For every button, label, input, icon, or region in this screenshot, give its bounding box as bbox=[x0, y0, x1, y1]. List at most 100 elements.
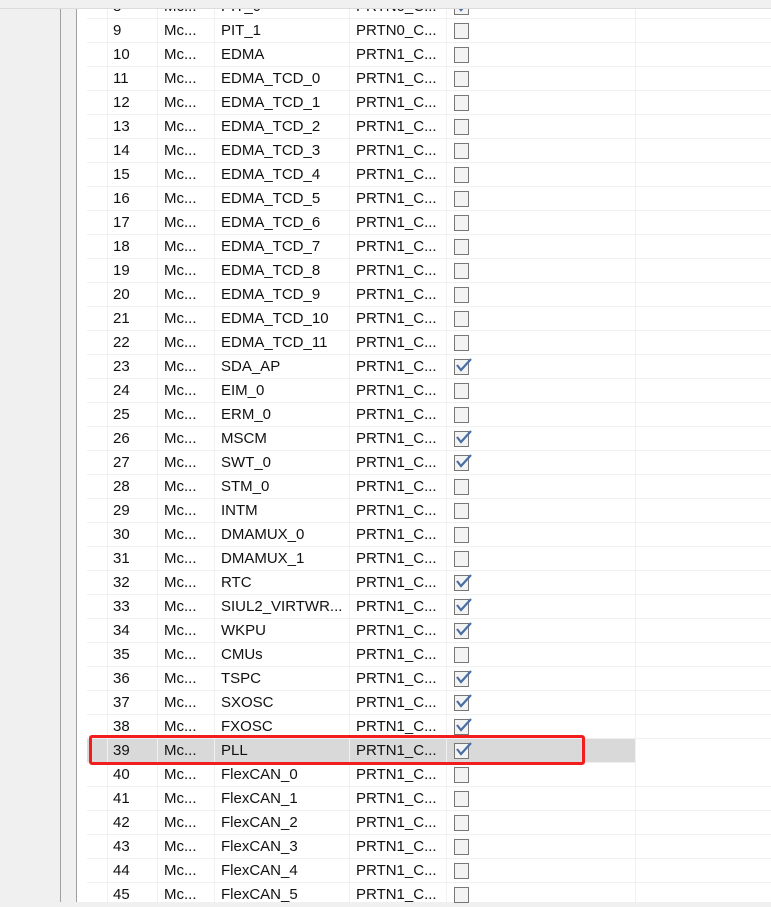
peripheral-name-cell: WKPU bbox=[215, 619, 350, 643]
enabled-checkbox[interactable] bbox=[454, 479, 469, 495]
table-row[interactable]: 26 Mc... MSCM PRTN1_C... bbox=[87, 427, 771, 451]
row-header bbox=[87, 619, 108, 643]
table-row[interactable]: 42 Mc... FlexCAN_2 PRTN1_C... bbox=[87, 811, 771, 835]
enabled-checkbox[interactable] bbox=[454, 551, 469, 567]
row-index: 36 bbox=[108, 667, 158, 691]
table-row[interactable]: 13 Mc... EDMA_TCD_2 PRTN1_C... bbox=[87, 115, 771, 139]
enabled-checkbox[interactable] bbox=[454, 383, 469, 399]
panel-divider[interactable] bbox=[60, 0, 61, 902]
table-row[interactable]: 25 Mc... ERM_0 PRTN1_C... bbox=[87, 403, 771, 427]
peripheral-name-cell: EDMA_TCD_11 bbox=[215, 331, 350, 355]
enabled-checkbox[interactable] bbox=[454, 407, 469, 423]
enabled-checkbox[interactable] bbox=[454, 527, 469, 543]
enabled-cell bbox=[447, 403, 636, 427]
enabled-checkbox[interactable] bbox=[454, 71, 469, 87]
table-row[interactable]: 34 Mc... WKPU PRTN1_C... bbox=[87, 619, 771, 643]
enabled-checkbox[interactable] bbox=[454, 239, 469, 255]
enabled-cell bbox=[447, 43, 636, 67]
enabled-checkbox[interactable] bbox=[454, 863, 469, 879]
peripheral-name-cell: PIT_1 bbox=[215, 19, 350, 43]
enabled-checkbox[interactable] bbox=[454, 191, 469, 207]
table-row[interactable]: 30 Mc... DMAMUX_0 PRTN1_C... bbox=[87, 523, 771, 547]
enabled-checkbox[interactable] bbox=[454, 887, 469, 903]
table-row[interactable]: 35 Mc... CMUs PRTN1_C... bbox=[87, 643, 771, 667]
table-row[interactable]: 24 Mc... EIM_0 PRTN1_C... bbox=[87, 379, 771, 403]
table-row[interactable]: 41 Mc... FlexCAN_1 PRTN1_C... bbox=[87, 787, 771, 811]
table-row[interactable]: 19 Mc... EDMA_TCD_8 PRTN1_C... bbox=[87, 259, 771, 283]
enabled-checkbox[interactable] bbox=[454, 839, 469, 855]
enabled-checkbox[interactable] bbox=[454, 503, 469, 519]
enabled-checkbox[interactable] bbox=[454, 119, 469, 135]
enabled-checkbox[interactable] bbox=[454, 670, 472, 687]
table-row[interactable]: 14 Mc... EDMA_TCD_3 PRTN1_C... bbox=[87, 139, 771, 163]
partition-cell: PRTN1_C... bbox=[350, 691, 447, 715]
enabled-checkbox[interactable] bbox=[454, 598, 472, 615]
enabled-checkbox[interactable] bbox=[454, 430, 472, 447]
table-row[interactable]: 12 Mc... EDMA_TCD_1 PRTN1_C... bbox=[87, 91, 771, 115]
table-row[interactable]: 9 Mc... PIT_1 PRTN0_C... bbox=[87, 19, 771, 43]
row-header bbox=[87, 787, 108, 811]
peripheral-name-cell: EDMA bbox=[215, 43, 350, 67]
row-index: 14 bbox=[108, 139, 158, 163]
partition-cell: PRTN1_C... bbox=[350, 235, 447, 259]
table-row[interactable]: 44 Mc... FlexCAN_4 PRTN1_C... bbox=[87, 859, 771, 883]
row-header bbox=[87, 763, 108, 787]
row-index: 28 bbox=[108, 475, 158, 499]
module-cell: Mc... bbox=[158, 787, 215, 811]
enabled-cell bbox=[447, 139, 636, 163]
table-row[interactable]: 37 Mc... SXOSC PRTN1_C... bbox=[87, 691, 771, 715]
enabled-checkbox[interactable] bbox=[454, 47, 469, 63]
table-row[interactable]: 16 Mc... EDMA_TCD_5 PRTN1_C... bbox=[87, 187, 771, 211]
table-row[interactable]: 45 Mc... FlexCAN_5 PRTN1_C... bbox=[87, 883, 771, 907]
table-row[interactable]: 33 Mc... SIUL2_VIRTWR... PRTN1_C... bbox=[87, 595, 771, 619]
table-row[interactable]: 15 Mc... EDMA_TCD_4 PRTN1_C... bbox=[87, 163, 771, 187]
row-header bbox=[87, 43, 108, 67]
table-row[interactable]: 28 Mc... STM_0 PRTN1_C... bbox=[87, 475, 771, 499]
table-row[interactable]: 31 Mc... DMAMUX_1 PRTN1_C... bbox=[87, 547, 771, 571]
enabled-checkbox[interactable] bbox=[454, 791, 469, 807]
enabled-checkbox[interactable] bbox=[454, 767, 469, 783]
row-index: 12 bbox=[108, 91, 158, 115]
enabled-checkbox[interactable] bbox=[454, 23, 469, 39]
enabled-checkbox[interactable] bbox=[454, 287, 469, 303]
enabled-checkbox[interactable] bbox=[454, 167, 469, 183]
peripheral-name-cell: EDMA_TCD_3 bbox=[215, 139, 350, 163]
enabled-checkbox[interactable] bbox=[454, 454, 472, 471]
table-row[interactable]: 20 Mc... EDMA_TCD_9 PRTN1_C... bbox=[87, 283, 771, 307]
table-row[interactable]: 40 Mc... FlexCAN_0 PRTN1_C... bbox=[87, 763, 771, 787]
row-header bbox=[87, 523, 108, 547]
table-row[interactable]: 23 Mc... SDA_AP PRTN1_C... bbox=[87, 355, 771, 379]
partition-cell: PRTN1_C... bbox=[350, 787, 447, 811]
table-row[interactable]: 29 Mc... INTM PRTN1_C... bbox=[87, 499, 771, 523]
table-row[interactable]: 17 Mc... EDMA_TCD_6 PRTN1_C... bbox=[87, 211, 771, 235]
table-row[interactable]: 18 Mc... EDMA_TCD_7 PRTN1_C... bbox=[87, 235, 771, 259]
top-toolbar-strip bbox=[0, 0, 771, 9]
enabled-checkbox[interactable] bbox=[454, 358, 472, 375]
enabled-checkbox[interactable] bbox=[454, 311, 469, 327]
table-row[interactable]: 22 Mc... EDMA_TCD_11 PRTN1_C... bbox=[87, 331, 771, 355]
table-row[interactable]: 36 Mc... TSPC PRTN1_C... bbox=[87, 667, 771, 691]
enabled-checkbox[interactable] bbox=[454, 335, 469, 351]
enabled-checkbox[interactable] bbox=[454, 574, 472, 591]
partition-cell: PRTN1_C... bbox=[350, 859, 447, 883]
table-row[interactable]: 43 Mc... FlexCAN_3 PRTN1_C... bbox=[87, 835, 771, 859]
partition-cell: PRTN1_C... bbox=[350, 43, 447, 67]
enabled-checkbox[interactable] bbox=[454, 694, 472, 711]
partition-cell: PRTN1_C... bbox=[350, 355, 447, 379]
enabled-checkbox[interactable] bbox=[454, 647, 469, 663]
table-row[interactable]: 32 Mc... RTC PRTN1_C... bbox=[87, 571, 771, 595]
enabled-checkbox[interactable] bbox=[454, 95, 469, 111]
enabled-cell bbox=[447, 259, 636, 283]
table-row[interactable]: 21 Mc... EDMA_TCD_10 PRTN1_C... bbox=[87, 307, 771, 331]
enabled-checkbox[interactable] bbox=[454, 263, 469, 279]
partition-cell: PRTN1_C... bbox=[350, 91, 447, 115]
table-row[interactable]: 27 Mc... SWT_0 PRTN1_C... bbox=[87, 451, 771, 475]
enabled-checkbox[interactable] bbox=[454, 143, 469, 159]
table-row[interactable]: 11 Mc... EDMA_TCD_0 PRTN1_C... bbox=[87, 67, 771, 91]
table-row[interactable]: 10 Mc... EDMA PRTN1_C... bbox=[87, 43, 771, 67]
enabled-checkbox[interactable] bbox=[454, 622, 472, 639]
enabled-checkbox[interactable] bbox=[454, 718, 472, 735]
enabled-checkbox[interactable] bbox=[454, 815, 469, 831]
enabled-checkbox[interactable] bbox=[454, 215, 469, 231]
module-cell: Mc... bbox=[158, 883, 215, 907]
